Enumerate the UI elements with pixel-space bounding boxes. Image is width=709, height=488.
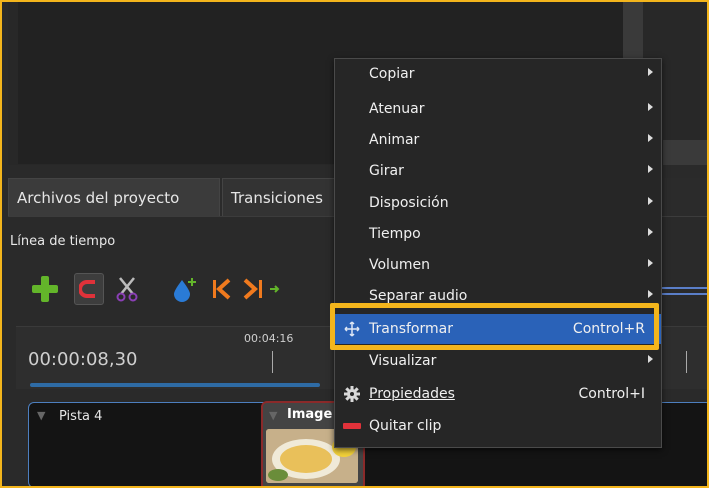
preview-scrollbar[interactable] (623, 2, 643, 62)
move-icon (343, 321, 361, 337)
clip-title: Image (287, 407, 333, 422)
clip-menu-icon[interactable]: ▼ (269, 409, 277, 422)
menu-item-visualize[interactable]: Visualizar (335, 346, 661, 376)
timecode-display: 00:00:08,30 (28, 349, 138, 370)
remove-icon (343, 418, 361, 434)
tab-project-files[interactable]: Archivos del proyecto (8, 178, 220, 216)
chevron-down-icon[interactable]: ▼ (37, 409, 45, 422)
submenu-arrow-icon (648, 197, 653, 205)
menu-item-animate[interactable]: Animar (335, 125, 661, 155)
preview-side-panel (663, 140, 707, 165)
submenu-arrow-icon (648, 290, 653, 298)
jump-end-icon[interactable] (238, 274, 268, 304)
gear-icon (343, 386, 361, 402)
tab-transitions[interactable]: Transiciones (222, 178, 342, 216)
ruler-tick (272, 351, 273, 373)
menu-item-separate-audio[interactable]: Separar audio (335, 281, 661, 311)
menu-item-time[interactable]: Tiempo (335, 219, 661, 249)
menu-item-fade[interactable]: Atenuar (335, 94, 661, 124)
menu-item-copy[interactable]: Copiar (335, 59, 661, 89)
menu-item-remove-clip[interactable]: Quitar clip (335, 411, 661, 441)
shortcut-label: Control+I (578, 386, 645, 402)
submenu-arrow-icon (648, 103, 653, 111)
arrow-icon[interactable] (268, 274, 282, 304)
submenu-arrow-icon (648, 165, 653, 173)
menu-item-rotate[interactable]: Girar (335, 156, 661, 186)
menu-item-volume[interactable]: Volumen (335, 250, 661, 280)
tab-project-files-label: Archivos del proyecto (17, 189, 180, 207)
track-name: Pista 4 (59, 409, 103, 424)
marker-icon[interactable] (170, 274, 200, 304)
plus-icon[interactable] (30, 274, 60, 304)
menu-item-layout[interactable]: Disposición (335, 188, 661, 218)
shortcut-label: Control+R (572, 321, 645, 337)
menu-item-transform[interactable]: Transformar Control+R (335, 314, 661, 344)
ruler-tick (686, 351, 687, 373)
submenu-arrow-icon (648, 68, 653, 76)
menu-item-properties[interactable]: Propiedades Control+I (335, 379, 661, 409)
submenu-arrow-icon (648, 134, 653, 142)
magnet-icon[interactable] (74, 273, 104, 305)
submenu-arrow-icon (648, 259, 653, 267)
app-window: Archivos del proyecto Transiciones Línea… (0, 0, 709, 488)
clip-context-menu: Copiar Atenuar Animar Girar Disposición … (334, 58, 662, 448)
submenu-arrow-icon (648, 228, 653, 236)
jump-start-icon[interactable] (208, 274, 238, 304)
submenu-arrow-icon (648, 355, 653, 363)
tab-transitions-label: Transiciones (231, 189, 323, 207)
timeline-scroll-indicator[interactable] (30, 383, 320, 387)
timeline-title: Línea de tiempo (10, 234, 116, 249)
zoom-slider[interactable] (657, 287, 707, 301)
scissors-icon[interactable] (112, 274, 142, 304)
ruler-tick-label: 00:04:16 (244, 332, 294, 345)
